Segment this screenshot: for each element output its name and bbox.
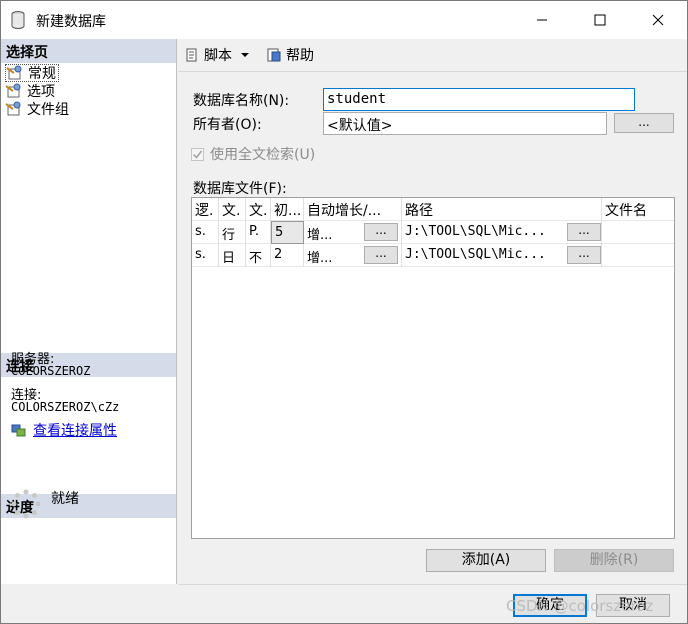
remove-button[interactable]: 删除(R) — [554, 549, 674, 572]
minimize-icon — [537, 19, 547, 21]
cell-filename[interactable] — [602, 221, 674, 244]
page-wrench-icon — [6, 65, 22, 80]
database-icon — [11, 11, 25, 29]
column-header-filename[interactable]: 文件名 — [602, 198, 674, 221]
minimize-button[interactable] — [513, 1, 571, 39]
script-label: 脚本 — [204, 48, 232, 64]
cell-path[interactable]: J:\TOOL\SQL\Mic... ... — [402, 221, 602, 244]
path-text: J:\TOOL\SQL\Mic... — [405, 247, 546, 262]
cell-filename[interactable] — [602, 244, 674, 267]
cell-autogrowth[interactable]: 增... ... — [304, 221, 402, 244]
checkbox-box — [191, 147, 204, 161]
view-connection-link[interactable]: 查看连接属性 — [33, 420, 117, 440]
left-pane: 选择页 常规 选项 文件组 连接 服务器: COLORSZEROZ 连接: CO… — [1, 39, 177, 584]
view-connection-properties[interactable]: 查看连接属性 — [11, 420, 117, 440]
select-page-header: 选择页 — [1, 39, 176, 63]
help-button[interactable]: 帮助 — [266, 45, 314, 65]
path-browse-button[interactable]: ... — [567, 246, 601, 264]
help-label: 帮助 — [286, 48, 314, 64]
db-name-input[interactable]: student — [323, 88, 635, 111]
sidebar-item-label: 选项 — [27, 84, 55, 100]
fulltext-label: 使用全文检索(U) — [210, 147, 316, 163]
column-header-file-type[interactable]: 文. — [219, 198, 246, 221]
path-text: J:\TOOL\SQL\Mic... — [405, 224, 546, 239]
cell-filegroup[interactable]: P. — [246, 221, 271, 244]
cell-path[interactable]: J:\TOOL\SQL\Mic... ... — [402, 244, 602, 267]
cell-logical-name[interactable]: s. — [192, 244, 219, 267]
page-wrench-icon — [5, 101, 21, 116]
server-value: COLORSZEROZ — [11, 364, 91, 378]
maximize-button[interactable] — [571, 1, 629, 39]
table-row[interactable]: s. 日 不 2 增... ... J:\TOOL\SQL\Mic... ... — [192, 244, 674, 267]
cell-file-type[interactable]: 日 — [219, 244, 246, 267]
sidebar-item-filegroups[interactable]: 文件组 — [5, 100, 69, 118]
grid-header-row: 逻. 文. 文. 初... 自动增长/... 路径 文件名 — [192, 198, 674, 221]
cell-logical-name[interactable]: s. — [192, 221, 219, 244]
connection-properties-icon — [11, 424, 26, 437]
close-button[interactable] — [629, 1, 687, 39]
db-files-label: 数据库文件(F): — [193, 181, 287, 197]
cell-filegroup[interactable]: 不 — [246, 244, 271, 267]
watermark: CSDN @colorszeroz — [506, 597, 654, 615]
owner-browse-button[interactable]: ... — [614, 113, 674, 133]
window-title: 新建数据库 — [36, 14, 106, 30]
toolbar: 脚本 帮助 — [178, 39, 687, 71]
column-header-path[interactable]: 路径 — [402, 198, 602, 221]
add-button[interactable]: 添加(A) — [426, 549, 546, 572]
db-name-label: 数据库名称(N): — [193, 93, 290, 109]
autogrowth-browse-button[interactable]: ... — [364, 223, 398, 241]
page-wrench-icon — [5, 83, 21, 98]
script-icon — [186, 48, 197, 62]
cell-initial-size[interactable]: 5 — [271, 221, 304, 244]
cell-file-type[interactable]: 行 — [219, 221, 246, 244]
spinner-icon — [11, 489, 41, 519]
chevron-down-icon — [241, 53, 249, 57]
column-header-initial-size[interactable]: 初... — [271, 198, 304, 221]
owner-label: 所有者(O): — [193, 117, 262, 133]
title-bar: 新建数据库 — [1, 1, 687, 39]
sidebar-item-options[interactable]: 选项 — [5, 82, 55, 100]
progress-status: 就绪 — [51, 491, 79, 507]
autogrowth-text: 增... — [307, 228, 333, 243]
help-icon — [267, 48, 281, 62]
toolbar-divider — [178, 71, 687, 72]
owner-input[interactable]: <默认值> — [323, 112, 607, 135]
cell-initial-size[interactable]: 2 — [271, 244, 304, 267]
check-icon — [192, 150, 203, 159]
db-files-grid: 逻. 文. 文. 初... 自动增长/... 路径 文件名 s. 行 P. 5 … — [191, 197, 675, 539]
bottom-divider — [178, 584, 687, 585]
sidebar-item-label: 文件组 — [27, 102, 69, 118]
column-header-autogrowth[interactable]: 自动增长/... — [304, 198, 402, 221]
table-row[interactable]: s. 行 P. 5 增... ... J:\TOOL\SQL\Mic... ..… — [192, 221, 674, 244]
maximize-icon — [594, 14, 606, 26]
new-database-dialog: 新建数据库 选择页 常规 选项 文件组 连接 服务器: COLORSZEROZ … — [0, 0, 688, 624]
connection-value: COLORSZEROZ\cZz — [11, 400, 120, 414]
script-button[interactable]: 脚本 — [184, 45, 254, 65]
sidebar-item-label: 常规 — [28, 66, 56, 82]
autogrowth-text: 增... — [307, 251, 333, 266]
cell-autogrowth[interactable]: 增... ... — [304, 244, 402, 267]
column-header-filegroup[interactable]: 文. — [246, 198, 271, 221]
column-header-logical-name[interactable]: 逻. — [192, 198, 219, 221]
close-icon — [652, 14, 664, 26]
fulltext-checkbox[interactable]: 使用全文检索(U) — [191, 144, 315, 164]
path-browse-button[interactable]: ... — [567, 223, 601, 241]
sidebar-item-general[interactable]: 常规 — [5, 64, 59, 82]
autogrowth-browse-button[interactable]: ... — [364, 246, 398, 264]
